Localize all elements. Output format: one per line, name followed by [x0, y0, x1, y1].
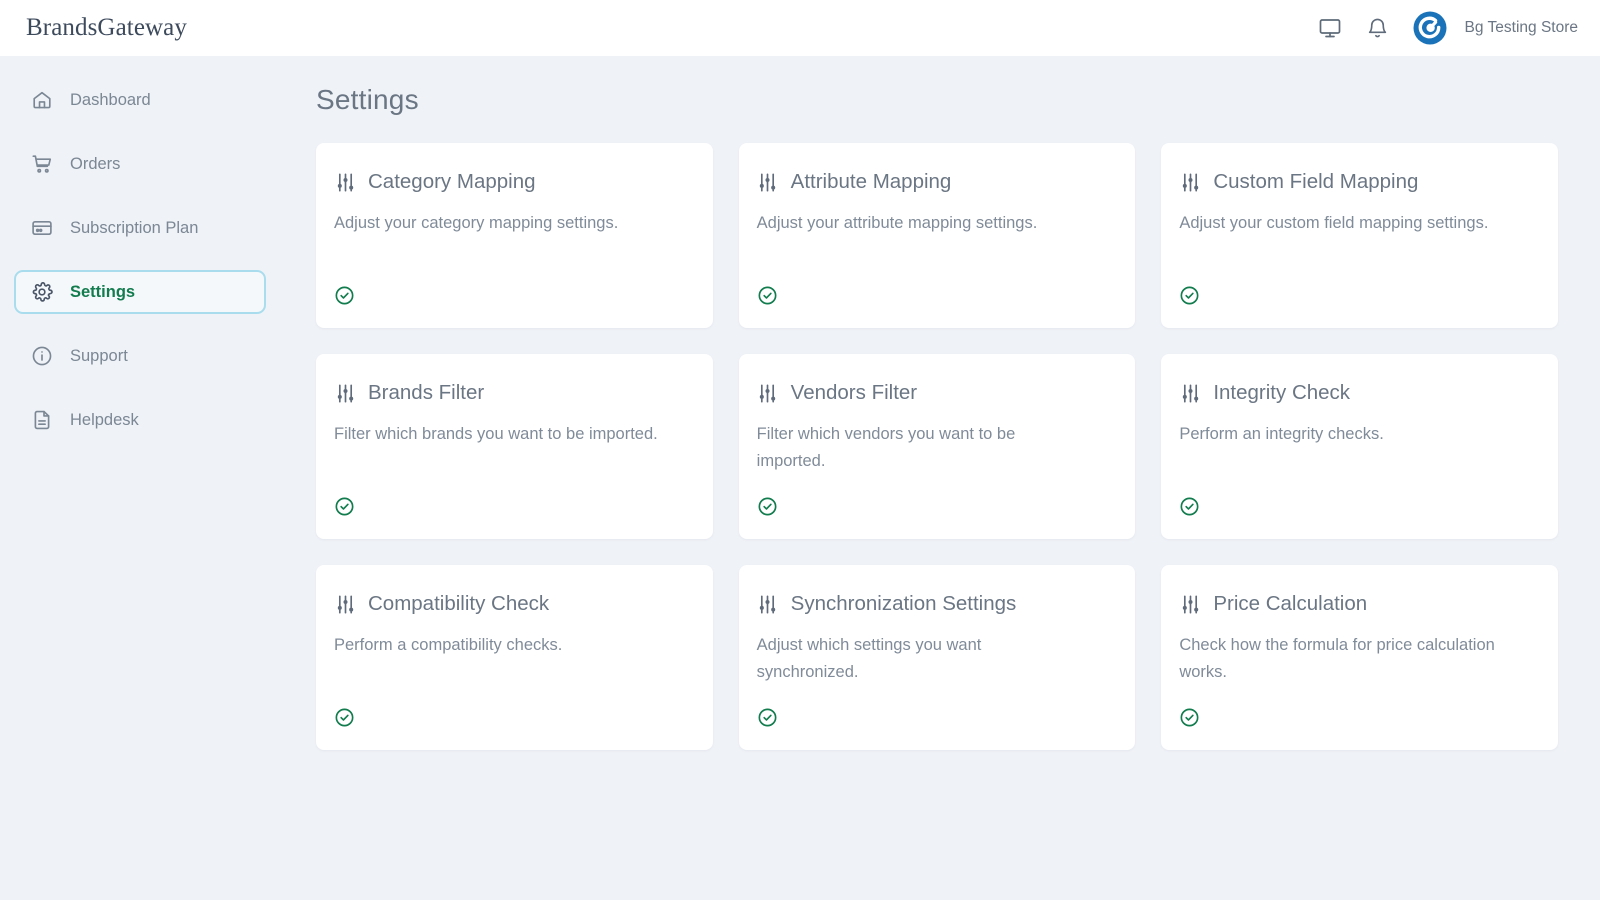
settings-card-custom-field-mapping[interactable]: Custom Field Mapping Adjust your custom … [1161, 143, 1558, 328]
check-circle-icon [757, 495, 779, 517]
settings-card-category-mapping[interactable]: Category Mapping Adjust your category ma… [316, 143, 713, 328]
sliders-icon [1179, 593, 1201, 615]
sliders-icon [334, 171, 356, 193]
card-header: Brands Filter [334, 382, 693, 405]
sidebar-item-label: Support [70, 347, 128, 366]
check-circle-icon [757, 284, 779, 306]
sliders-icon [1179, 171, 1201, 193]
card-header: Category Mapping [334, 171, 693, 194]
check-circle-icon [334, 495, 356, 517]
document-icon [30, 408, 54, 432]
sidebar-item-subscription-plan[interactable]: Subscription Plan [14, 206, 266, 250]
sliders-icon [334, 593, 356, 615]
sliders-icon [334, 382, 356, 404]
sliders-icon [757, 593, 779, 615]
card-header: Synchronization Settings [757, 593, 1116, 616]
card-title: Attribute Mapping [791, 171, 952, 194]
settings-card-synchronization-settings[interactable]: Synchronization Settings Adjust which se… [739, 565, 1136, 750]
card-description: Check how the formula for price calculat… [1179, 632, 1509, 686]
header-actions: Bg Testing Store [1317, 11, 1578, 45]
card-title: Custom Field Mapping [1213, 171, 1418, 194]
card-header: Compatibility Check [334, 593, 693, 616]
card-header: Integrity Check [1179, 382, 1538, 405]
sidebar-item-label: Dashboard [70, 91, 151, 110]
sidebar-item-orders[interactable]: Orders [14, 142, 266, 186]
sidebar-nav: Dashboard Orders [0, 56, 280, 900]
card-header: Custom Field Mapping [1179, 171, 1538, 194]
gear-icon [30, 280, 54, 304]
settings-card-compatibility-check[interactable]: Compatibility Check Perform a compatibil… [316, 565, 713, 750]
card-title: Vendors Filter [791, 382, 917, 405]
card-description: Perform a compatibility checks. [334, 632, 664, 659]
main-content: Settings [280, 56, 1600, 900]
sidebar-item-dashboard[interactable]: Dashboard [14, 78, 266, 122]
card-description: Adjust which settings you want synchroni… [757, 632, 1087, 686]
home-icon [30, 88, 54, 112]
card-title: Price Calculation [1213, 593, 1367, 616]
page-title: Settings [316, 84, 1558, 116]
credit-card-icon [30, 216, 54, 240]
card-description: Filter which vendors you want to be impo… [757, 421, 1087, 475]
sliders-icon [757, 382, 779, 404]
bell-icon[interactable] [1365, 15, 1391, 41]
card-title: Category Mapping [368, 171, 536, 194]
sidebar-item-label: Subscription Plan [70, 219, 198, 238]
store-avatar-icon[interactable] [1413, 11, 1447, 45]
settings-card-grid: Category Mapping Adjust your category ma… [316, 143, 1558, 750]
monitor-icon[interactable] [1317, 15, 1343, 41]
sidebar-item-support[interactable]: Support [14, 334, 266, 378]
sidebar-item-helpdesk[interactable]: Helpdesk [14, 398, 266, 442]
sidebar-item-label: Helpdesk [70, 411, 139, 430]
settings-card-brands-filter[interactable]: Brands Filter Filter which brands you wa… [316, 354, 713, 539]
card-header: Attribute Mapping [757, 171, 1116, 194]
check-circle-icon [1179, 495, 1201, 517]
sliders-icon [1179, 382, 1201, 404]
info-circle-icon [30, 344, 54, 368]
sidebar-item-label: Settings [70, 283, 135, 302]
check-circle-icon [334, 706, 356, 728]
brand-logo[interactable]: BrandsGateway [26, 14, 187, 42]
settings-card-integrity-check[interactable]: Integrity Check Perform an integrity che… [1161, 354, 1558, 539]
card-description: Perform an integrity checks. [1179, 421, 1509, 448]
check-circle-icon [1179, 284, 1201, 306]
card-title: Brands Filter [368, 382, 484, 405]
sidebar-item-settings[interactable]: Settings [14, 270, 266, 314]
settings-card-vendors-filter[interactable]: Vendors Filter Filter which vendors you … [739, 354, 1136, 539]
card-title: Synchronization Settings [791, 593, 1017, 616]
card-description: Adjust your custom field mapping setting… [1179, 210, 1509, 237]
card-description: Adjust your category mapping settings. [334, 210, 664, 237]
card-description: Filter which brands you want to be impor… [334, 421, 664, 448]
card-header: Vendors Filter [757, 382, 1116, 405]
check-circle-icon [1179, 706, 1201, 728]
shopping-cart-icon [30, 152, 54, 176]
store-name-label[interactable]: Bg Testing Store [1465, 19, 1578, 37]
sidebar-item-label: Orders [70, 155, 120, 174]
settings-card-price-calculation[interactable]: Price Calculation Check how the formula … [1161, 565, 1558, 750]
settings-card-attribute-mapping[interactable]: Attribute Mapping Adjust your attribute … [739, 143, 1136, 328]
app-root: BrandsGateway [0, 0, 1600, 900]
card-header: Price Calculation [1179, 593, 1538, 616]
body-wrapper: Dashboard Orders [0, 56, 1600, 900]
check-circle-icon [757, 706, 779, 728]
card-description: Adjust your attribute mapping settings. [757, 210, 1087, 237]
check-circle-icon [334, 284, 356, 306]
sliders-icon [757, 171, 779, 193]
card-title: Compatibility Check [368, 593, 549, 616]
card-title: Integrity Check [1213, 382, 1350, 405]
top-header: BrandsGateway [0, 0, 1600, 56]
